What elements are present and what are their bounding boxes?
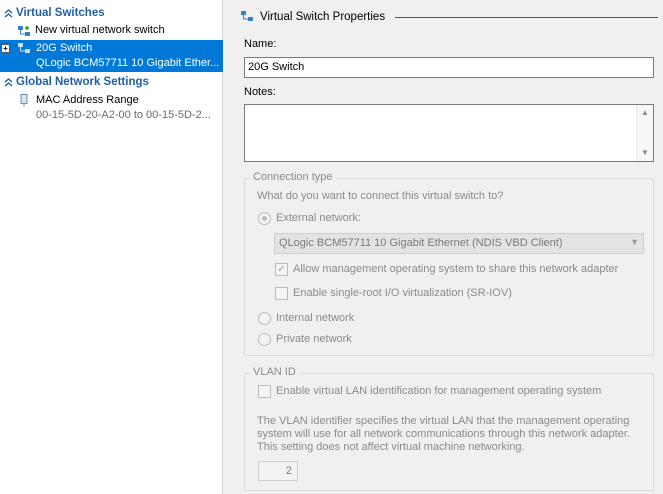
network-card-icon (16, 93, 32, 107)
vlan-description: The VLAN identifier specifies the virtua… (257, 415, 652, 454)
scroll-up-icon[interactable]: ▲ (637, 105, 653, 121)
private-network-radio[interactable] (258, 333, 271, 346)
vlan-id-input[interactable]: 2 (258, 461, 298, 481)
allow-management-label: Allow management operating system to sha… (293, 263, 619, 275)
network-add-icon (16, 24, 32, 38)
vlan-desc-line-2: system will use for all network communic… (257, 428, 630, 440)
external-network-label: External network: (276, 212, 361, 224)
switch-adapter: QLogic BCM57711 10 Gigabit Ether... (36, 57, 220, 69)
internal-network-radio[interactable] (258, 312, 271, 325)
mac-label: MAC Address Range (36, 94, 139, 106)
properties-header: Virtual Switch Properties (240, 8, 660, 26)
mac-value: 00-15-5D-20-A2-00 to 00-15-5D-2... (36, 109, 211, 121)
external-adapter-select[interactable]: QLogic BCM57711 10 Gigabit Ethernet (NDI… (274, 233, 644, 254)
allow-management-checkbox[interactable]: ✓ (275, 263, 288, 276)
notes-textarea[interactable]: ▲ ▼ (244, 104, 654, 162)
mac-address-range-item[interactable]: MAC Address Range 00-15-5D-20-A2-00 to 0… (0, 93, 223, 125)
header-divider (395, 16, 658, 18)
network-switch-icon (240, 10, 254, 25)
collapse-chevron-icon[interactable] (0, 8, 16, 18)
vlan-desc-line-3: This setting does not affect virtual mac… (257, 441, 525, 453)
sriov-checkbox[interactable] (275, 287, 288, 300)
connection-type-title: Connection type (250, 171, 336, 183)
name-input[interactable]: 20G Switch (244, 57, 654, 78)
vlan-title: VLAN ID (250, 366, 299, 378)
enable-vlan-label: Enable virtual LAN identification for ma… (276, 385, 602, 397)
section-title: Global Network Settings (16, 76, 149, 88)
section-virtual-switches[interactable]: Virtual Switches (0, 5, 223, 21)
properties-title: Virtual Switch Properties (260, 11, 386, 23)
notes-label: Notes: (244, 86, 276, 98)
private-network-label: Private network (276, 333, 352, 345)
left-navigation-pane: Virtual Switches New virtual network swi… (0, 0, 223, 494)
internal-network-label: Internal network (276, 312, 355, 324)
scroll-down-icon[interactable]: ▼ (637, 145, 653, 161)
section-global-network-settings[interactable]: Global Network Settings (0, 74, 223, 90)
properties-pane: Virtual Switch Properties Name: 20G Swit… (230, 0, 663, 494)
expand-icon[interactable]: + (1, 44, 10, 53)
connection-question: What do you want to connect this virtual… (257, 190, 504, 202)
new-switch-label: New virtual network switch (35, 24, 165, 36)
new-virtual-switch-item[interactable]: New virtual network switch (0, 24, 223, 39)
external-network-radio[interactable] (258, 212, 271, 225)
chevron-down-icon: ▼ (630, 237, 639, 247)
virtual-switch-20g[interactable]: + 20G Switch QLogic BCM57711 10 Gigabit … (0, 40, 223, 72)
name-label: Name: (244, 38, 277, 50)
switch-name: 20G Switch (36, 42, 93, 54)
vlan-desc-line-1: The VLAN identifier specifies the virtua… (257, 415, 630, 427)
collapse-chevron-icon[interactable] (0, 77, 16, 87)
sriov-label: Enable single-root I/O virtualization (S… (293, 287, 512, 299)
network-switch-icon (16, 41, 32, 55)
enable-vlan-checkbox[interactable] (258, 385, 271, 398)
notes-scrollbar[interactable]: ▲ ▼ (636, 105, 653, 161)
section-title: Virtual Switches (16, 7, 105, 19)
adapter-value: QLogic BCM57711 10 Gigabit Ethernet (NDI… (279, 237, 563, 249)
